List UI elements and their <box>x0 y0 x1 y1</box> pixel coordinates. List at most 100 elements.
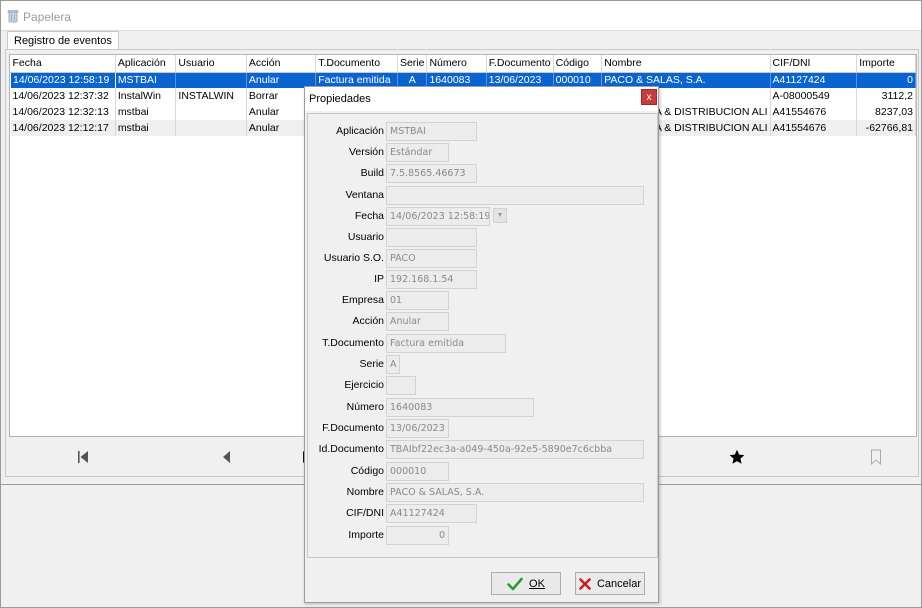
field-label: Empresa <box>341 294 384 306</box>
cell-fecha[interactable]: 14/06/2023 12:12:17 <box>10 120 116 136</box>
ventana-field[interactable] <box>386 186 644 205</box>
cell-cif[interactable]: A-08000549 <box>770 88 858 104</box>
field-label: Ventana <box>345 189 384 201</box>
col-header-nombre[interactable]: Nombre <box>601 55 771 73</box>
cif-field[interactable]: A41127424 <box>386 504 477 523</box>
col-header-serie[interactable]: Serie <box>397 55 428 73</box>
field-label: T.Documento <box>322 337 384 349</box>
field-label: Acción <box>352 315 384 327</box>
col-header-cif[interactable]: CIF/DNI <box>770 55 858 73</box>
calendar-dropdown-icon[interactable]: ▼ <box>493 208 507 223</box>
col-header-accion[interactable]: Acción <box>246 55 317 73</box>
field-label: IP <box>374 273 384 285</box>
field-row-nombre: Nombre PACO & SALAS, S.A. <box>308 483 658 503</box>
field-label: Código <box>350 465 384 477</box>
field-row-cif: CIF/DNI A41127424 <box>308 504 658 524</box>
numero-field[interactable]: 1640083 <box>386 398 534 417</box>
tab-registro-eventos[interactable]: Registro de eventos <box>7 31 119 51</box>
field-label: Build <box>360 167 384 179</box>
cell-aplicacion[interactable]: mstbai <box>115 104 177 120</box>
field-row-aplicacion: Aplicación MSTBAI <box>308 122 658 142</box>
field-row-tdocumento: T.Documento Factura emitida <box>308 334 658 354</box>
col-header-codigo[interactable]: Código <box>553 55 603 73</box>
serie-field[interactable]: A <box>386 355 400 374</box>
cell-importe[interactable]: 3112,2 <box>856 88 916 104</box>
field-row-usuario-so: Usuario S.O. PACO <box>308 249 658 269</box>
field-label: F.Documento <box>322 422 384 434</box>
field-row-iddocumento: Id.Documento TBAIbf22ec3a-a049-450a-92e5… <box>308 440 658 460</box>
usuario-field[interactable] <box>386 228 477 247</box>
ejercicio-field[interactable] <box>386 376 416 395</box>
field-label: Usuario <box>347 231 384 243</box>
col-header-aplicacion[interactable]: Aplicación <box>115 55 177 73</box>
field-row-version: Versión Estándar <box>308 143 658 163</box>
cell-importe[interactable]: 0 <box>856 72 916 88</box>
iddocumento-field[interactable]: TBAIbf22ec3a-a049-450a-92e5-5890e7c6cbba <box>386 440 644 459</box>
cell-cif[interactable]: A41127424 <box>770 72 858 88</box>
cell-usuario[interactable] <box>175 104 247 120</box>
field-row-numero: Número 1640083 <box>308 398 658 418</box>
window-title: Papelera <box>23 10 72 24</box>
col-header-fecha[interactable]: Fecha <box>10 55 116 73</box>
favorite-star-icon[interactable] <box>727 448 747 466</box>
cell-aplicacion[interactable]: InstalWin <box>115 88 177 104</box>
field-label: Fecha <box>354 210 384 222</box>
cancel-button[interactable]: Cancelar <box>575 572 645 595</box>
close-button[interactable]: x <box>641 89 657 105</box>
aplicacion-field[interactable]: MSTBAI <box>386 122 477 141</box>
ok-button[interactable]: OK <box>491 572 561 595</box>
cell-fecha[interactable]: 14/06/2023 12:32:13 <box>10 104 116 120</box>
cell-cif[interactable]: A41554676 <box>770 120 858 136</box>
field-row-ejercicio: Ejercicio <box>308 376 658 396</box>
field-label: Nombre <box>346 486 384 498</box>
empresa-field[interactable]: 01 <box>386 291 449 310</box>
col-header-fdocumento[interactable]: F.Documento <box>486 55 554 73</box>
recycle-bin-icon <box>7 10 19 23</box>
dialog-footer: OK Cancelar <box>305 560 658 602</box>
cell-fecha[interactable]: 14/06/2023 12:37:32 <box>10 88 116 104</box>
grid-header-row: Fecha Aplicación Usuario Acción T.Docume… <box>10 55 916 73</box>
codigo-field[interactable]: 000010 <box>386 462 449 481</box>
checkmark-icon <box>507 577 523 590</box>
prior-record-icon[interactable] <box>216 448 236 466</box>
tdocumento-field[interactable]: Factura emitida <box>386 334 506 353</box>
cell-aplicacion[interactable]: mstbai <box>115 120 177 136</box>
cell-importe[interactable]: 8237,03 <box>856 104 916 120</box>
field-label: Aplicación <box>336 125 384 137</box>
cell-usuario[interactable] <box>175 72 247 88</box>
field-label: Versión <box>348 146 384 158</box>
col-header-tdocumento[interactable]: T.Documento <box>315 55 398 73</box>
field-label: Importe <box>348 529 384 541</box>
field-row-accion: Acción Anular <box>308 312 658 332</box>
cell-cif[interactable]: A41554676 <box>770 104 858 120</box>
first-record-icon[interactable] <box>73 448 93 466</box>
cell-usuario[interactable]: INSTALWIN <box>175 88 247 104</box>
cancel-x-icon <box>579 577 591 590</box>
col-header-usuario[interactable]: Usuario <box>175 55 247 73</box>
importe-field[interactable]: 0 <box>386 526 449 545</box>
field-row-ip: IP 192.168.1.54 <box>308 270 658 290</box>
fecha-field[interactable]: 14/06/2023 12:58:19 <box>386 207 490 226</box>
build-field[interactable]: 7.5.8565.46673 <box>386 164 477 183</box>
cell-importe[interactable]: -62766,81 <box>856 120 916 136</box>
bookmark-icon[interactable] <box>866 448 886 466</box>
field-row-ventana: Ventana <box>308 186 658 206</box>
cell-fecha[interactable]: 14/06/2023 12:58:19 <box>10 71 116 89</box>
field-label: Serie <box>359 358 384 370</box>
field-label: Número <box>346 401 384 413</box>
col-header-numero[interactable]: Número <box>426 55 487 73</box>
tab-strip: Registro de eventos <box>5 31 919 51</box>
cell-usuario[interactable] <box>175 120 247 136</box>
dialog-body: Aplicación MSTBAI Versión Estándar Build… <box>307 113 658 558</box>
properties-dialog: Propiedades x Aplicación MSTBAI Versión … <box>304 86 659 603</box>
col-header-importe[interactable]: Importe <box>856 55 916 73</box>
usuario-so-field[interactable]: PACO <box>386 249 477 268</box>
ip-field[interactable]: 192.168.1.54 <box>386 270 477 289</box>
nombre-field[interactable]: PACO & SALAS, S.A. <box>386 483 644 502</box>
cell-aplicacion[interactable]: MSTBAI <box>115 72 177 88</box>
accion-field[interactable]: Anular <box>386 312 449 331</box>
dialog-title: Propiedades <box>309 93 371 105</box>
version-field[interactable]: Estándar <box>386 143 449 162</box>
fdocumento-field[interactable]: 13/06/2023 <box>386 419 449 438</box>
field-row-fecha: Fecha 14/06/2023 12:58:19 ▼ <box>308 207 658 227</box>
